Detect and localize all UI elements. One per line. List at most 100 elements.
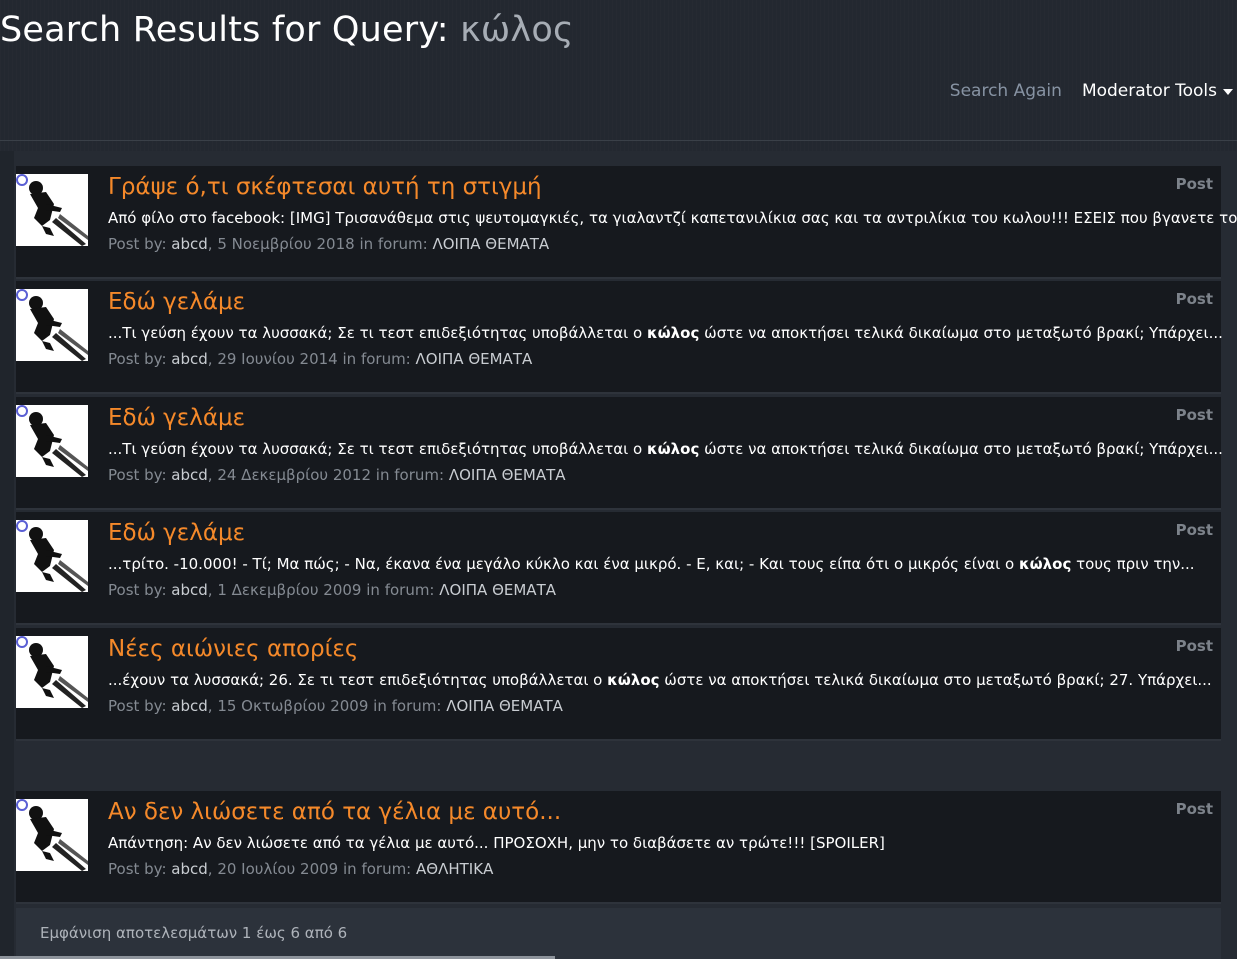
in-forum-label: in forum: bbox=[359, 235, 428, 253]
page-title: Search Results for Query: κώλος bbox=[0, 10, 574, 50]
snippet-after: ώστε να αποκτήσει τελικά δικαίωμα στο με… bbox=[659, 671, 1212, 689]
post-date: 20 Ιουλίου 2009 bbox=[217, 860, 339, 878]
search-again-link[interactable]: Search Again bbox=[950, 81, 1062, 101]
avatar[interactable] bbox=[16, 174, 88, 246]
avatar[interactable] bbox=[16, 636, 88, 708]
result-type-label: Post bbox=[1175, 637, 1213, 655]
online-status-icon bbox=[16, 405, 28, 417]
result-type-label: Post bbox=[1175, 175, 1213, 193]
snippet-before: ...τρίτο. -10.000! - Τί; Μα πώς; - Να, έ… bbox=[108, 555, 1019, 573]
search-query: κώλος bbox=[460, 10, 574, 50]
author-link[interactable]: abcd bbox=[171, 860, 207, 878]
post-by-label: Post by: bbox=[108, 235, 167, 253]
result-title-link[interactable]: Αν δεν λιώσετε από τα γέλια με αυτό... bbox=[108, 799, 561, 825]
forum-link[interactable]: ΛΟΙΠΑ ΘΕΜΑΤΑ bbox=[446, 697, 563, 715]
avatar-image bbox=[16, 636, 88, 708]
result-snippet: ...Τι γεύση έχουν τα λυσσακά; Σε τι τεστ… bbox=[108, 324, 1223, 342]
author-link[interactable]: abcd bbox=[171, 235, 207, 253]
in-forum-label: in forum: bbox=[375, 466, 445, 484]
author-link[interactable]: abcd bbox=[171, 466, 207, 484]
forum-link[interactable]: ΛΟΙΠΑ ΘΕΜΑΤΑ bbox=[449, 466, 566, 484]
caret-down-icon bbox=[1223, 89, 1233, 95]
snippet-after: ώστε να αποκτήσει τελικά δικαίωμα στο με… bbox=[699, 324, 1223, 342]
avatar-image bbox=[16, 799, 88, 871]
online-status-icon bbox=[16, 289, 28, 301]
in-forum-label: in forum: bbox=[343, 860, 412, 878]
avatar-image bbox=[16, 405, 88, 477]
search-result: Εδώ γελάμε Post ...Τι γεύση έχουν τα λυσ… bbox=[16, 281, 1223, 394]
avatar-image bbox=[16, 289, 88, 361]
forum-link[interactable]: ΛΟΙΠΑ ΘΕΜΑΤΑ bbox=[432, 235, 549, 253]
result-meta: Post by: abcd, 15 Οκτωβρίου 2009 in foru… bbox=[108, 697, 563, 715]
author-link[interactable]: abcd bbox=[171, 350, 207, 368]
in-forum-label: in forum: bbox=[342, 350, 411, 368]
result-snippet: Από φίλο στο facebook: [IMG] Τρισανάθεμα… bbox=[108, 209, 1237, 227]
result-title-link[interactable]: Γράψε ό,τι σκέφτεσαι αυτή τη στιγμή bbox=[108, 174, 542, 200]
results-summary: Εμφάνιση αποτελεσμάτων 1 έως 6 από 6 bbox=[40, 924, 348, 942]
snippet-highlight: κώλος bbox=[607, 671, 660, 689]
post-date: 1 Δεκεμβρίου 2009 bbox=[217, 581, 362, 599]
post-by-label: Post by: bbox=[108, 860, 167, 878]
title-prefix: Search Results for Query: bbox=[0, 10, 449, 50]
result-snippet: ...έχουν τα λυσσακά; 26. Σε τι τεστ επιδ… bbox=[108, 671, 1212, 689]
header-divider bbox=[0, 140, 1237, 141]
result-snippet: Απάντηση: Αν δεν λιώσετε από τα γέλια με… bbox=[108, 834, 885, 852]
forum-link[interactable]: ΑΘΛΗΤΙΚΑ bbox=[416, 860, 493, 878]
result-title-link[interactable]: Εδώ γελάμε bbox=[108, 520, 245, 546]
result-type-label: Post bbox=[1175, 521, 1213, 539]
author-link[interactable]: abcd bbox=[171, 581, 207, 599]
post-date: 5 Νοεμβρίου 2018 bbox=[217, 235, 355, 253]
search-result: Αν δεν λιώσετε από τα γέλια με αυτό... P… bbox=[16, 791, 1221, 904]
result-title-link[interactable]: Νέες αιώνιες απορίες bbox=[108, 636, 358, 662]
post-by-label: Post by: bbox=[108, 350, 167, 368]
avatar[interactable] bbox=[16, 520, 88, 592]
post-date: 15 Οκτωβρίου 2009 bbox=[217, 697, 369, 715]
left-strip bbox=[0, 151, 14, 959]
online-status-icon bbox=[16, 636, 28, 648]
snippet-after: τους πριν την... bbox=[1071, 555, 1195, 573]
result-meta: Post by: abcd, 20 Ιουλίου 2009 in forum:… bbox=[108, 860, 494, 878]
avatar[interactable] bbox=[16, 289, 88, 361]
avatar[interactable] bbox=[16, 405, 88, 477]
avatar-image bbox=[16, 520, 88, 592]
result-meta: Post by: abcd, 5 Νοεμβρίου 2018 in forum… bbox=[108, 235, 550, 253]
avatar[interactable] bbox=[16, 799, 88, 871]
result-type-label: Post bbox=[1175, 290, 1213, 308]
snippet-highlight: κώλος bbox=[646, 440, 700, 458]
post-by-label: Post by: bbox=[108, 697, 167, 715]
online-status-icon bbox=[16, 174, 28, 186]
snippet-before: ...Τι γεύση έχουν τα λυσσακά; Σε τι τεστ… bbox=[108, 324, 647, 342]
snippet-before: ...έχουν τα λυσσακά; 26. Σε τι τεστ επιδ… bbox=[108, 671, 608, 689]
search-result: Νέες αιώνιες απορίες Post ...έχουν τα λυ… bbox=[16, 628, 1221, 741]
result-snippet: ...Τι γεύση έχουν τα λυσσακά; Σε τι τεστ… bbox=[108, 440, 1223, 458]
post-by-label: Post by: bbox=[108, 466, 167, 484]
result-title-link[interactable]: Εδώ γελάμε bbox=[108, 289, 245, 315]
forum-link[interactable]: ΛΟΙΠΑ ΘΕΜΑΤΑ bbox=[439, 581, 556, 599]
snippet-highlight: κώλος bbox=[1018, 555, 1072, 573]
online-status-icon bbox=[16, 520, 28, 532]
search-result: Γράψε ό,τι σκέφτεσαι αυτή τη στιγμή Post… bbox=[16, 166, 1237, 279]
result-snippet: ...τρίτο. -10.000! - Τί; Μα πώς; - Να, έ… bbox=[108, 555, 1195, 573]
in-forum-label: in forum: bbox=[373, 697, 442, 715]
results-container: Γράψε ό,τι σκέφτεσαι αυτή τη στιγμή Post… bbox=[0, 151, 1237, 959]
snippet-highlight: κώλος bbox=[646, 324, 700, 342]
result-title-link[interactable]: Εδώ γελάμε bbox=[108, 405, 245, 431]
result-type-label: Post bbox=[1175, 800, 1213, 818]
result-meta: Post by: abcd, 24 Δεκεμβρίου 2012 in for… bbox=[108, 466, 566, 484]
post-date: 29 Ιουνίου 2014 bbox=[217, 350, 338, 368]
author-link[interactable]: abcd bbox=[171, 697, 207, 715]
moderator-tools-dropdown[interactable]: Moderator Tools bbox=[1082, 81, 1233, 101]
forum-link[interactable]: ΛΟΙΠΑ ΘΕΜΑΤΑ bbox=[416, 350, 533, 368]
post-by-label: Post by: bbox=[108, 581, 167, 599]
result-meta: Post by: abcd, 1 Δεκεμβρίου 2009 in foru… bbox=[108, 581, 556, 599]
result-type-label: Post bbox=[1175, 406, 1213, 424]
top-actions: Search Again Moderator Tools bbox=[950, 81, 1233, 101]
snippet-after: ώστε να αποκτήσει τελικά δικαίωμα στο με… bbox=[699, 440, 1223, 458]
moderator-tools-label: Moderator Tools bbox=[1081, 81, 1217, 101]
online-status-icon bbox=[16, 799, 28, 811]
in-forum-label: in forum: bbox=[366, 581, 435, 599]
search-result: Εδώ γελάμε Post ...τρίτο. -10.000! - Τί;… bbox=[16, 512, 1221, 625]
result-meta: Post by: abcd, 29 Ιουνίου 2014 in forum:… bbox=[108, 350, 533, 368]
results-footer: Εμφάνιση αποτελεσμάτων 1 έως 6 από 6 bbox=[16, 908, 1221, 959]
snippet-before: ...Τι γεύση έχουν τα λυσσακά; Σε τι τεστ… bbox=[108, 440, 647, 458]
